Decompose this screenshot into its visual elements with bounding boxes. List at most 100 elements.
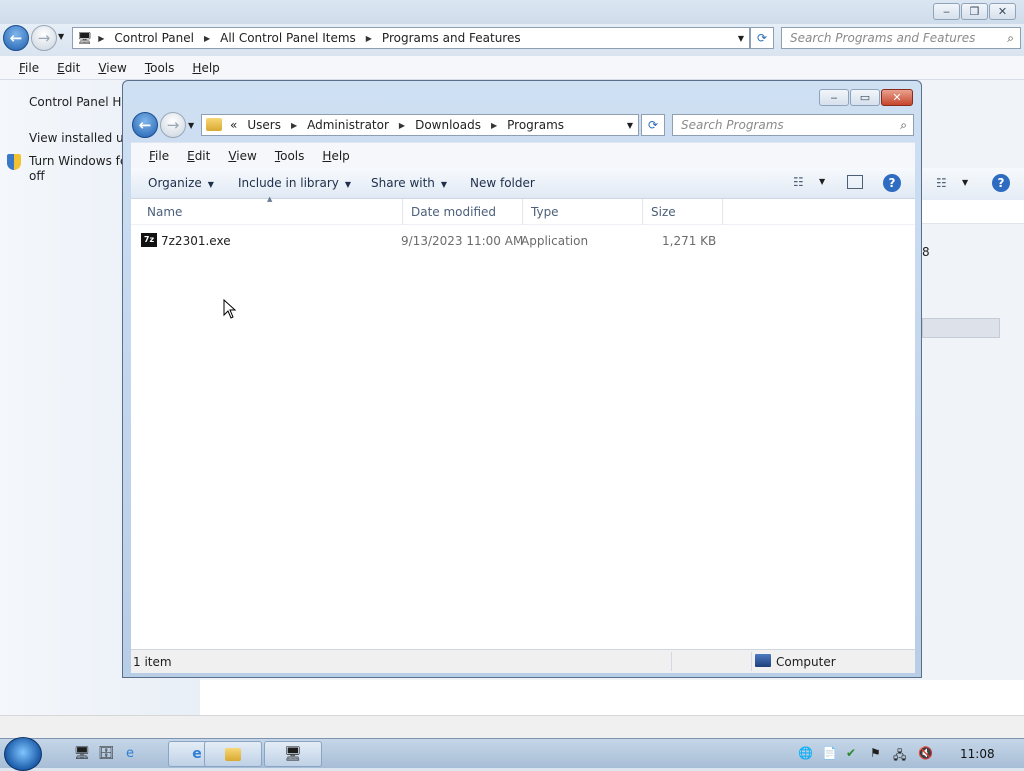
refresh-icon[interactable]: ⟳: [750, 27, 774, 49]
menu-view[interactable]: View: [89, 61, 135, 75]
column-header-row: Name ▲ Date modified Type Size: [131, 195, 915, 225]
volume-muted-icon[interactable]: 🔇: [918, 746, 933, 760]
close-button[interactable]: ✕: [881, 89, 913, 106]
views-dropdown-icon[interactable]: ▼: [819, 177, 825, 186]
item-count: 1 item: [133, 655, 172, 669]
start-button[interactable]: [4, 737, 42, 771]
preview-pane-icon[interactable]: [847, 175, 863, 189]
organize-button[interactable]: Organize ▼: [148, 176, 214, 190]
breadcrumb-downloads[interactable]: Downloads: [415, 118, 481, 132]
restore-button[interactable]: ❐: [961, 3, 988, 20]
network-icon[interactable]: 🖧: [893, 746, 906, 767]
share-with-button[interactable]: Share with ▼: [371, 176, 447, 190]
action-center-flag-icon[interactable]: ⚑: [870, 746, 881, 760]
back-status-bar: [0, 715, 1024, 738]
minimize-button[interactable]: ‒: [819, 89, 849, 106]
folder-icon: [206, 118, 222, 131]
taskbar: 🖥 🗄 e e 🖥 🌐 📄 ✔ ⚑ 🖧 🔇 11:08: [0, 737, 1024, 771]
menu-file[interactable]: File: [140, 149, 178, 163]
show-desktop-icon[interactable]: 🖥: [72, 743, 92, 763]
network-globe-icon[interactable]: 🌐: [798, 746, 813, 760]
command-bar: Organize ▼ Include in library ▼ Share with…: [131, 168, 915, 199]
file-row[interactable]: 7z 7z2301.exe 9/13/2023 11:00 AM Applica…: [131, 231, 731, 251]
breadcrumb-users[interactable]: Users: [247, 118, 281, 132]
forward-button[interactable]: →: [160, 112, 186, 138]
control-panel-icon: 🖥: [77, 31, 93, 45]
recent-pages-dropdown-icon[interactable]: ▼: [188, 121, 194, 130]
views-icon[interactable]: ☷: [793, 175, 804, 189]
close-button[interactable]: ✕: [989, 3, 1016, 20]
document-icon[interactable]: 📄: [822, 746, 837, 760]
security-check-icon[interactable]: ✔: [846, 746, 856, 760]
breadcrumb-all-items[interactable]: All Control Panel Items: [220, 31, 356, 45]
minimize-button[interactable]: ‒: [933, 3, 960, 20]
menu-help[interactable]: Help: [313, 149, 358, 163]
breadcrumb-administrator[interactable]: Administrator: [307, 118, 389, 132]
breadcrumb-programs-features[interactable]: Programs and Features: [382, 31, 521, 45]
computer-icon: [755, 654, 771, 667]
new-folder-button[interactable]: New folder: [470, 176, 535, 190]
location-label: Computer: [776, 655, 836, 669]
column-header-size[interactable]: Size: [643, 199, 723, 225]
taskbar-explorer-button[interactable]: [204, 741, 262, 767]
breadcrumb-programs[interactable]: Programs: [507, 118, 564, 132]
back-button[interactable]: ←: [132, 112, 158, 138]
shield-icon: [7, 154, 21, 170]
file-date-modified: 9/13/2023 11:00 AM: [401, 234, 524, 248]
address-bar[interactable]: 🖥 ▶ Control Panel ▶ All Control Panel Item…: [72, 27, 750, 49]
turn-windows-features-link-cont[interactable]: off: [29, 169, 45, 183]
address-bar[interactable]: « Users ▶ Administrator ▶ Downloads ▶ Progr…: [201, 114, 639, 136]
search-icon[interactable]: ⌕: [900, 118, 907, 133]
internet-explorer-icon[interactable]: e: [120, 743, 140, 763]
views-icon[interactable]: ☷: [936, 176, 947, 190]
menu-tools[interactable]: Tools: [136, 61, 184, 75]
menu-help[interactable]: Help: [183, 61, 228, 75]
7z-app-icon: 7z: [141, 233, 157, 247]
file-list: Name ▲ Date modified Type Size 7z 7z2301…: [131, 195, 915, 649]
search-input[interactable]: Search Programs and Features ⌕: [781, 27, 1021, 49]
column-header-date-modified[interactable]: Date modified: [403, 199, 523, 225]
refresh-icon[interactable]: ⟳: [641, 114, 665, 136]
back-address-row: ← → ▼ 🖥 ▶ Control Panel ▶ All Control Pane…: [0, 24, 1024, 56]
forward-button[interactable]: →: [31, 25, 57, 51]
help-icon[interactable]: ?: [883, 174, 901, 192]
menu-edit[interactable]: Edit: [178, 149, 219, 163]
menu-tools[interactable]: Tools: [266, 149, 314, 163]
chevron-down-icon: ▼: [207, 180, 214, 189]
recent-pages-dropdown-icon[interactable]: ▼: [58, 32, 64, 41]
chevron-down-icon: ▼: [440, 180, 448, 189]
menu-file[interactable]: File: [10, 61, 48, 75]
breadcrumb-overflow[interactable]: «: [230, 118, 237, 132]
breadcrumb-control-panel[interactable]: Control Panel: [114, 31, 194, 45]
views-dropdown-icon[interactable]: ▼: [962, 178, 968, 187]
back-button[interactable]: ←: [3, 25, 29, 51]
back-column-header-fragment: [922, 200, 1024, 224]
back-toolbar-fragment: ☷ ▼ ?: [922, 168, 1024, 200]
file-name[interactable]: 7z2301.exe: [161, 231, 231, 251]
include-in-library-button[interactable]: Include in library ▼: [238, 176, 351, 190]
search-input[interactable]: Search Programs ⌕: [672, 114, 914, 136]
folder-icon: [225, 747, 241, 761]
back-selected-row-fragment: [922, 318, 1000, 338]
sort-ascending-icon: ▲: [267, 195, 273, 203]
address-dropdown-icon[interactable]: ▼: [738, 34, 744, 43]
back-list-text-fragment: 8: [922, 245, 930, 259]
menu-bar: File Edit View Tools Help: [131, 142, 915, 168]
clock[interactable]: 11:08: [960, 747, 995, 761]
taskbar-control-panel-button[interactable]: 🖥: [264, 741, 322, 767]
menu-edit[interactable]: Edit: [48, 61, 89, 75]
search-icon[interactable]: ⌕: [1007, 31, 1014, 46]
maximize-button[interactable]: ▭: [850, 89, 880, 106]
control-panel-home-link[interactable]: Control Panel Ho: [29, 95, 129, 109]
chevron-down-icon: ▼: [344, 180, 352, 189]
programs-folder-window: ‒ ▭ ✕ ← → ▼ « Users ▶ Administrator ▶ Down…: [122, 80, 922, 678]
address-row: ← → ▼ « Users ▶ Administrator ▶ Downloads …: [131, 111, 915, 141]
column-header-type[interactable]: Type: [523, 199, 643, 225]
turn-windows-features-link[interactable]: Turn Windows fea: [29, 154, 135, 168]
address-dropdown-icon[interactable]: ▼: [627, 121, 633, 130]
back-list-area: [200, 680, 1024, 715]
menu-view[interactable]: View: [219, 149, 265, 163]
help-icon[interactable]: ?: [992, 174, 1010, 192]
file-type: Application: [521, 234, 589, 248]
server-manager-icon[interactable]: 🗄: [96, 743, 116, 763]
